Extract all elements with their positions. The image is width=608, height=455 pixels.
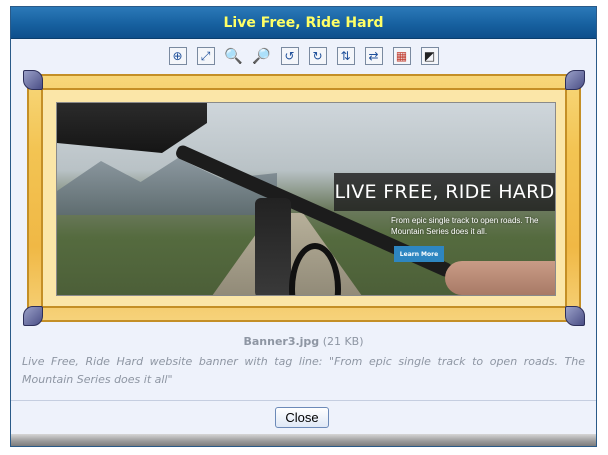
flip-horizontal-icon[interactable]: ⇄ <box>364 47 383 65</box>
footer-divider <box>11 400 596 401</box>
zoom-fit-icon[interactable]: ⊕ <box>168 47 187 65</box>
image-toolbar: ⊕ ⤢ 🔍 🔎 ↺ ↻ ⇅ ⇄ ▦ ◩ <box>11 47 596 67</box>
image-description: Live Free, Ride Hard website banner with… <box>22 355 585 386</box>
image-viewer-window: Live Free, Ride Hard ⊕ ⤢ 🔍 🔎 ↺ ↻ ⇅ ⇄ ▦ ◩… <box>10 6 597 447</box>
window-bottom-bar <box>11 434 596 446</box>
banner-heading: LIVE FREE, RIDE HARD <box>334 173 555 211</box>
frame-corner-ornament <box>23 306 43 326</box>
rider-hand-scene <box>445 261 555 295</box>
rotate-left-icon[interactable]: ↺ <box>280 47 299 65</box>
fit-window-icon[interactable]: ⤢ <box>196 47 215 65</box>
frame-corner-ornament <box>23 70 43 90</box>
banner-learn-more: Learn More <box>394 246 444 262</box>
zoom-in-icon[interactable]: 🔍 <box>224 47 243 65</box>
zoom-out-icon[interactable]: 🔎 <box>252 47 271 65</box>
window-title: Live Free, Ride Hard <box>11 7 596 39</box>
banner-image: LIVE FREE, RIDE HARD From epic single tr… <box>56 102 556 296</box>
file-name: Banner3.jpg <box>243 335 320 348</box>
rotate-right-icon[interactable]: ↻ <box>308 47 327 65</box>
color-adjust-icon[interactable]: ◩ <box>420 47 439 65</box>
picture-frame: LIVE FREE, RIDE HARD From epic single tr… <box>23 70 585 326</box>
close-button[interactable]: Close <box>275 407 329 428</box>
file-info: Banner3.jpg (21 KB) <box>11 335 596 348</box>
banner-subtext: From epic single track to open roads. Th… <box>391 216 539 236</box>
flip-vertical-icon[interactable]: ⇅ <box>336 47 355 65</box>
bike-fork-scene <box>255 198 291 295</box>
frame-corner-ornament <box>565 306 585 326</box>
frame-corner-ornament <box>565 70 585 90</box>
file-size: (21 KB) <box>322 335 364 348</box>
grid-icon[interactable]: ▦ <box>392 47 411 65</box>
